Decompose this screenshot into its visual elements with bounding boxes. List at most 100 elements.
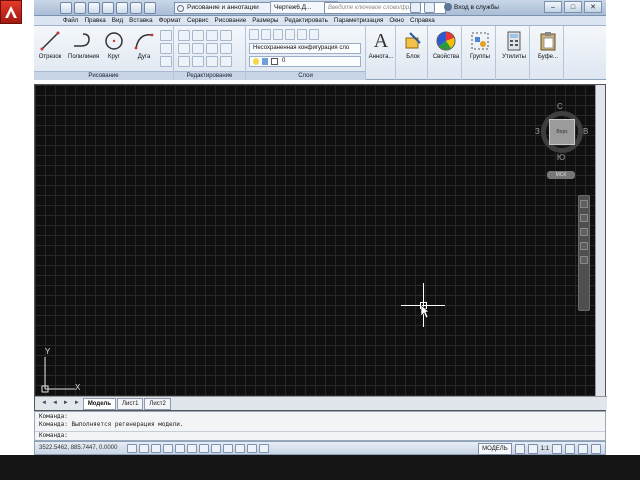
undo-icon[interactable] (130, 2, 142, 14)
layer-freeze-icon[interactable] (297, 29, 307, 40)
erase-icon[interactable] (220, 30, 232, 41)
menu-dimension[interactable]: Размеры (249, 16, 281, 25)
new-file-icon[interactable] (60, 2, 72, 14)
osnap-icon[interactable] (175, 444, 185, 453)
redo-icon[interactable] (144, 2, 156, 14)
model-space-button[interactable]: МОДЕЛЬ (478, 443, 512, 455)
layer-off-icon[interactable] (273, 29, 283, 40)
panel-title-draw[interactable]: Рисование (34, 71, 173, 80)
save-icon[interactable] (88, 2, 100, 14)
save-as-icon[interactable] (102, 2, 114, 14)
maximize-button[interactable]: □ (564, 1, 582, 13)
steering-wheel-icon[interactable] (580, 200, 588, 208)
search-icon[interactable] (410, 2, 421, 13)
tab-layout2[interactable]: Лист2 (144, 398, 171, 410)
offset-icon[interactable] (220, 56, 232, 67)
menu-view[interactable]: Вид (109, 16, 126, 25)
circle-button[interactable]: Круг (100, 28, 128, 68)
block-button[interactable]: Блок (399, 28, 427, 68)
compass-north[interactable]: С (557, 102, 563, 111)
model-space-canvas[interactable]: Верх С Ю З В МСК Y X (35, 85, 595, 397)
quick-view-drawings-icon[interactable] (527, 444, 538, 454)
transparency-icon[interactable] (235, 444, 245, 453)
grid-icon[interactable] (139, 444, 149, 453)
rotate-icon[interactable] (192, 30, 204, 41)
ellipse-icon[interactable] (160, 56, 172, 67)
panel-title-modify[interactable]: Редактирование (174, 71, 245, 80)
array-icon[interactable] (206, 56, 218, 67)
quick-view-layouts-icon[interactable] (514, 444, 525, 454)
menu-draw[interactable]: Рисование (212, 16, 250, 25)
selection-cycling-icon[interactable] (259, 444, 269, 453)
layer-lock-icon[interactable] (309, 29, 319, 40)
polar-icon[interactable] (163, 444, 173, 453)
copy-icon[interactable] (178, 43, 190, 54)
vertical-scrollbar[interactable] (595, 85, 605, 397)
menu-help[interactable]: Справка (407, 16, 438, 25)
arc-button[interactable]: Дуга (130, 28, 158, 68)
hatch-icon[interactable] (160, 43, 172, 54)
menu-file[interactable]: Файл (60, 16, 81, 25)
menu-modify[interactable]: Редактировать (281, 16, 331, 25)
clipboard-button[interactable]: Буфе... (534, 28, 562, 68)
clean-screen-icon[interactable] (591, 444, 601, 454)
compass-south[interactable]: Ю (557, 153, 565, 162)
print-icon[interactable] (116, 2, 128, 14)
annotation-scale[interactable]: 1:1 (541, 444, 549, 455)
minimize-button[interactable]: – (544, 1, 562, 13)
layer-current-select[interactable]: 0 (249, 56, 361, 67)
mirror-icon[interactable] (192, 43, 204, 54)
ducs-icon[interactable] (199, 444, 209, 453)
utilities-button[interactable]: Утилиты (500, 28, 528, 68)
layer-isolate-icon[interactable] (285, 29, 295, 40)
orbit-icon[interactable] (580, 242, 588, 250)
lock-icon[interactable] (578, 444, 588, 454)
showmotion-icon[interactable] (580, 256, 588, 264)
lineweight-icon[interactable] (223, 444, 233, 453)
menu-edit[interactable]: Правка (81, 16, 108, 25)
close-button[interactable]: ✕ (584, 1, 602, 13)
annotation-button[interactable]: A Аннота... (367, 28, 395, 68)
prev-tab-button[interactable]: ◄ (50, 398, 60, 410)
dyn-icon[interactable] (211, 444, 221, 453)
quick-properties-icon[interactable] (247, 444, 257, 453)
first-tab-button[interactable]: ◄ (39, 398, 49, 410)
line-button[interactable]: Отрезок (36, 28, 64, 68)
polyline-button[interactable]: Полилиния (68, 28, 99, 68)
otrack-icon[interactable] (187, 444, 197, 453)
panel-title-layers[interactable]: Слои (246, 71, 365, 80)
rectangle-icon[interactable] (160, 30, 172, 41)
ortho-icon[interactable] (151, 444, 161, 453)
scale-icon[interactable] (192, 56, 204, 67)
trim-icon[interactable] (206, 30, 218, 41)
layer-properties-icon[interactable] (249, 29, 259, 40)
binoculars-icon[interactable] (424, 2, 435, 13)
groups-button[interactable]: Группы (466, 28, 494, 68)
pan-icon[interactable] (580, 214, 588, 222)
command-input[interactable]: Команда: (39, 432, 68, 440)
stretch-icon[interactable] (178, 56, 190, 67)
layer-state-select[interactable]: Несохраненная конфигурация сло (249, 43, 361, 54)
viewcube-top-face[interactable]: Верх (549, 119, 575, 145)
explode-icon[interactable] (220, 43, 232, 54)
coordinates-readout[interactable]: 3522.5462, 885.7447, 0.0000 (39, 442, 117, 455)
layer-state-icon[interactable] (261, 29, 271, 40)
menu-window[interactable]: Окно (386, 16, 407, 25)
menu-parametric[interactable]: Параметризация (331, 16, 386, 25)
compass-east[interactable]: В (583, 127, 588, 136)
move-icon[interactable] (178, 30, 190, 41)
viewcube[interactable]: Верх С Ю З В МСК (535, 102, 589, 179)
properties-button[interactable]: Свойства (432, 28, 460, 68)
menu-insert[interactable]: Вставка (126, 16, 155, 25)
application-menu-button[interactable] (0, 0, 22, 24)
wcs-menu[interactable]: МСК (547, 171, 575, 179)
last-tab-button[interactable]: ► (72, 398, 82, 410)
signin-button[interactable]: Вход в службы (444, 2, 499, 13)
workspace-switch-icon[interactable] (565, 444, 575, 454)
zoom-icon[interactable] (580, 228, 588, 236)
open-file-icon[interactable] (74, 2, 86, 14)
fillet-icon[interactable] (206, 43, 218, 54)
menu-tools[interactable]: Сервис (184, 16, 212, 25)
tab-model[interactable]: Модель (82, 398, 117, 410)
compass-west[interactable]: З (535, 127, 540, 136)
